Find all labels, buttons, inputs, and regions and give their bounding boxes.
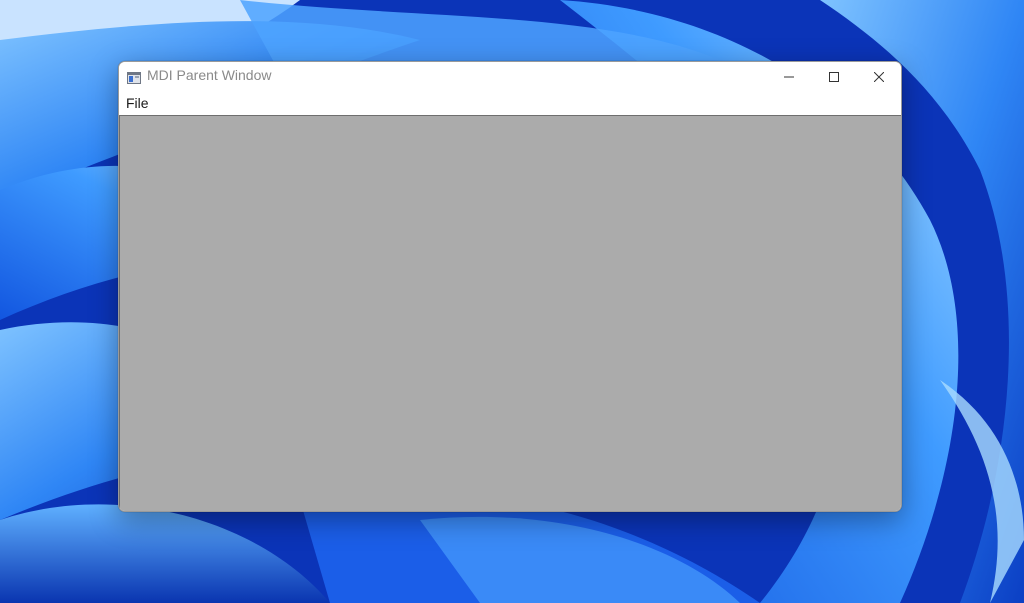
close-button[interactable]: [856, 62, 901, 91]
window-title: MDI Parent Window: [147, 67, 272, 83]
title-bar[interactable]: MDI Parent Window: [119, 62, 901, 91]
mdi-client-area[interactable]: [119, 115, 901, 511]
menu-item-file[interactable]: File: [121, 93, 154, 113]
application-window-icon[interactable]: [127, 69, 141, 84]
close-icon: [874, 71, 884, 82]
mdi-parent-window[interactable]: MDI Parent Window File: [118, 61, 902, 512]
minimize-icon: [784, 76, 794, 77]
maximize-button[interactable]: [811, 62, 857, 91]
maximize-icon: [829, 71, 839, 82]
menu-bar: File: [119, 91, 901, 115]
minimize-button[interactable]: [766, 62, 812, 91]
